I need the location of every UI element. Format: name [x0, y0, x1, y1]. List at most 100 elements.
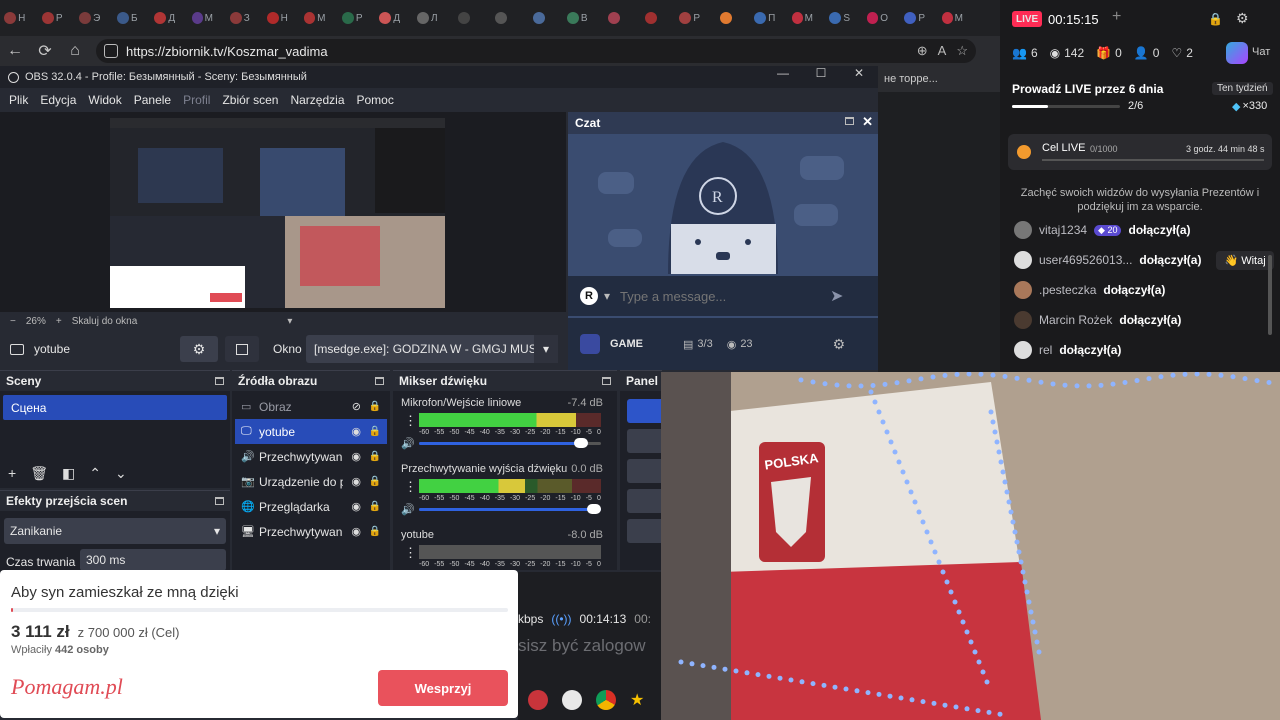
chat-username[interactable]: .pesteczka: [1039, 283, 1096, 297]
channel-menu-icon[interactable]: ⋮: [404, 413, 417, 429]
lock-icon[interactable]: 🔒: [369, 451, 381, 462]
virtual-camera-button[interactable]: [627, 459, 662, 483]
move-down-icon[interactable]: ⌄: [115, 465, 127, 482]
app-icon[interactable]: [528, 690, 548, 710]
undock-icon[interactable]: [845, 117, 854, 125]
browser-tab[interactable]: [529, 6, 551, 30]
chevron-down-icon[interactable]: ▾: [287, 316, 292, 327]
zoom-out-icon[interactable]: −: [10, 316, 16, 327]
settings-button[interactable]: [627, 519, 662, 543]
window-select[interactable]: [msedge.exe]: GODZINA W - GMGJ MUSIC - ▾: [306, 335, 558, 363]
browser-tab[interactable]: З: [229, 6, 251, 30]
channel-menu-icon[interactable]: ⋮: [404, 479, 417, 495]
chevron-down-icon[interactable]: ▾: [534, 335, 558, 363]
browser-tab[interactable]: М: [791, 6, 813, 30]
scrollbar[interactable]: [1268, 255, 1272, 335]
zoom-icon[interactable]: ⊕: [917, 43, 928, 59]
scale-to-window[interactable]: Skaluj do okna: [72, 316, 138, 327]
transition-select[interactable]: Zanikanie ▾: [4, 518, 226, 544]
avatar[interactable]: [1014, 341, 1032, 359]
source-item[interactable]: 🌐 Przeglądarka ◉ 🔒: [235, 494, 387, 519]
visibility-eye-icon[interactable]: ◉: [351, 500, 361, 513]
avatar[interactable]: [1014, 251, 1032, 269]
source-item[interactable]: 🔊 Przechwytywan ◉ 🔒: [235, 444, 387, 469]
settings-gear-icon[interactable]: ⚙: [1236, 10, 1249, 27]
menu-item[interactable]: Panele: [134, 93, 171, 107]
browser-tab[interactable]: М: [191, 6, 213, 30]
menu-item[interactable]: Widok: [88, 93, 121, 107]
chevron-down-icon[interactable]: ▾: [604, 289, 610, 303]
menu-item[interactable]: Narzędzia: [290, 93, 344, 107]
source-item[interactable]: 🖥 Przechwytywan ◉ 🔒: [235, 519, 387, 544]
chat-settings-gear-icon[interactable]: ⚙: [833, 336, 846, 353]
home-icon[interactable]: ⌂: [60, 36, 90, 66]
chat-username[interactable]: user469526013...: [1039, 253, 1132, 267]
browser-tab[interactable]: Р: [904, 6, 926, 30]
close-icon[interactable]: ✕: [862, 114, 873, 130]
menu-item[interactable]: Zbiór scen: [222, 93, 278, 107]
add-icon[interactable]: +: [1112, 8, 1121, 26]
speaker-icon[interactable]: 🔊: [401, 437, 415, 450]
remove-scene-icon[interactable]: 🗑: [30, 465, 48, 482]
undock-icon[interactable]: [602, 377, 611, 385]
duration-input[interactable]: 300 ms: [80, 549, 226, 571]
browser-tab[interactable]: В: [566, 6, 589, 30]
bookmark-item[interactable]: не торре...: [884, 73, 938, 85]
browser-tab[interactable]: О: [866, 6, 888, 30]
visibility-eye-icon[interactable]: ◉: [351, 425, 361, 438]
browser-tab[interactable]: Р: [679, 6, 701, 30]
source-item[interactable]: 🖵 yotube ◉ 🔒: [235, 419, 387, 444]
volume-slider[interactable]: [419, 504, 601, 514]
move-up-icon[interactable]: ⌃: [89, 465, 101, 482]
browser-tab[interactable]: Н: [266, 6, 289, 30]
studio-mode-button[interactable]: [627, 489, 662, 513]
browser-tab[interactable]: S: [829, 6, 851, 30]
site-info-icon[interactable]: [104, 44, 118, 58]
lock-icon[interactable]: 🔒: [369, 426, 381, 437]
chat-username[interactable]: vitaj1234: [1039, 223, 1087, 237]
start-recording-button[interactable]: [627, 429, 662, 453]
add-scene-icon[interactable]: +: [8, 465, 16, 482]
lock-icon[interactable]: 🔒: [1208, 12, 1223, 26]
visibility-eye-icon[interactable]: ⊘: [352, 400, 361, 413]
start-streaming-button[interactable]: [627, 399, 662, 423]
visibility-eye-icon[interactable]: ◉: [351, 525, 361, 538]
browser-tab[interactable]: М: [304, 6, 326, 30]
welcome-button[interactable]: 👋 Witaj: [1216, 250, 1274, 270]
filters-button[interactable]: [225, 336, 259, 362]
side-label[interactable]: Чат: [1252, 46, 1270, 58]
browser-tab[interactable]: [492, 6, 514, 30]
browser-tab[interactable]: Р: [41, 6, 64, 30]
undock-icon[interactable]: [215, 377, 224, 385]
lock-icon[interactable]: 🔒: [369, 501, 381, 512]
properties-gear-icon[interactable]: ⚙: [180, 336, 218, 362]
chrome-icon[interactable]: [596, 690, 616, 710]
maximize-icon[interactable]: ☐: [802, 66, 840, 80]
volume-knob[interactable]: [574, 438, 589, 448]
browser-tab[interactable]: Б: [116, 6, 139, 30]
source-item[interactable]: ▭ Obraz ⊘ 🔒: [235, 394, 387, 419]
avatar[interactable]: [1014, 221, 1032, 239]
cel-live-box[interactable]: Cel LIVE 0/1000 3 godz. 44 min 48 s: [1008, 134, 1272, 170]
browser-tab[interactable]: М: [941, 6, 963, 30]
browser-tab[interactable]: Р: [341, 6, 364, 30]
browser-tab[interactable]: [604, 6, 626, 30]
volume-slider[interactable]: [419, 438, 601, 448]
scene-item[interactable]: Сцена: [3, 395, 227, 420]
avatar[interactable]: [1014, 281, 1032, 299]
scene-filters-icon[interactable]: ◧: [62, 465, 75, 482]
visibility-eye-icon[interactable]: ◉: [351, 475, 361, 488]
close-icon[interactable]: ✕: [840, 66, 878, 80]
chat-username[interactable]: rel: [1039, 343, 1052, 357]
browser-tab[interactable]: Э: [79, 6, 101, 30]
url-field[interactable]: https://zbiornik.tv/Koszmar_vadima ⊕ A ☆: [96, 39, 976, 63]
star-icon[interactable]: ★: [630, 690, 644, 710]
menu-item[interactable]: Pomoc: [357, 93, 394, 107]
lock-icon[interactable]: 🔒: [369, 526, 381, 537]
send-icon[interactable]: ➤: [830, 286, 843, 306]
browser-tab[interactable]: [642, 6, 664, 30]
source-item[interactable]: 📷 Urządzenie do p ◉ 🔒: [235, 469, 387, 494]
account-avatar-icon[interactable]: R: [580, 287, 598, 305]
browser-tab[interactable]: [717, 6, 739, 30]
chat-username[interactable]: Marcin Rożek: [1039, 313, 1112, 327]
